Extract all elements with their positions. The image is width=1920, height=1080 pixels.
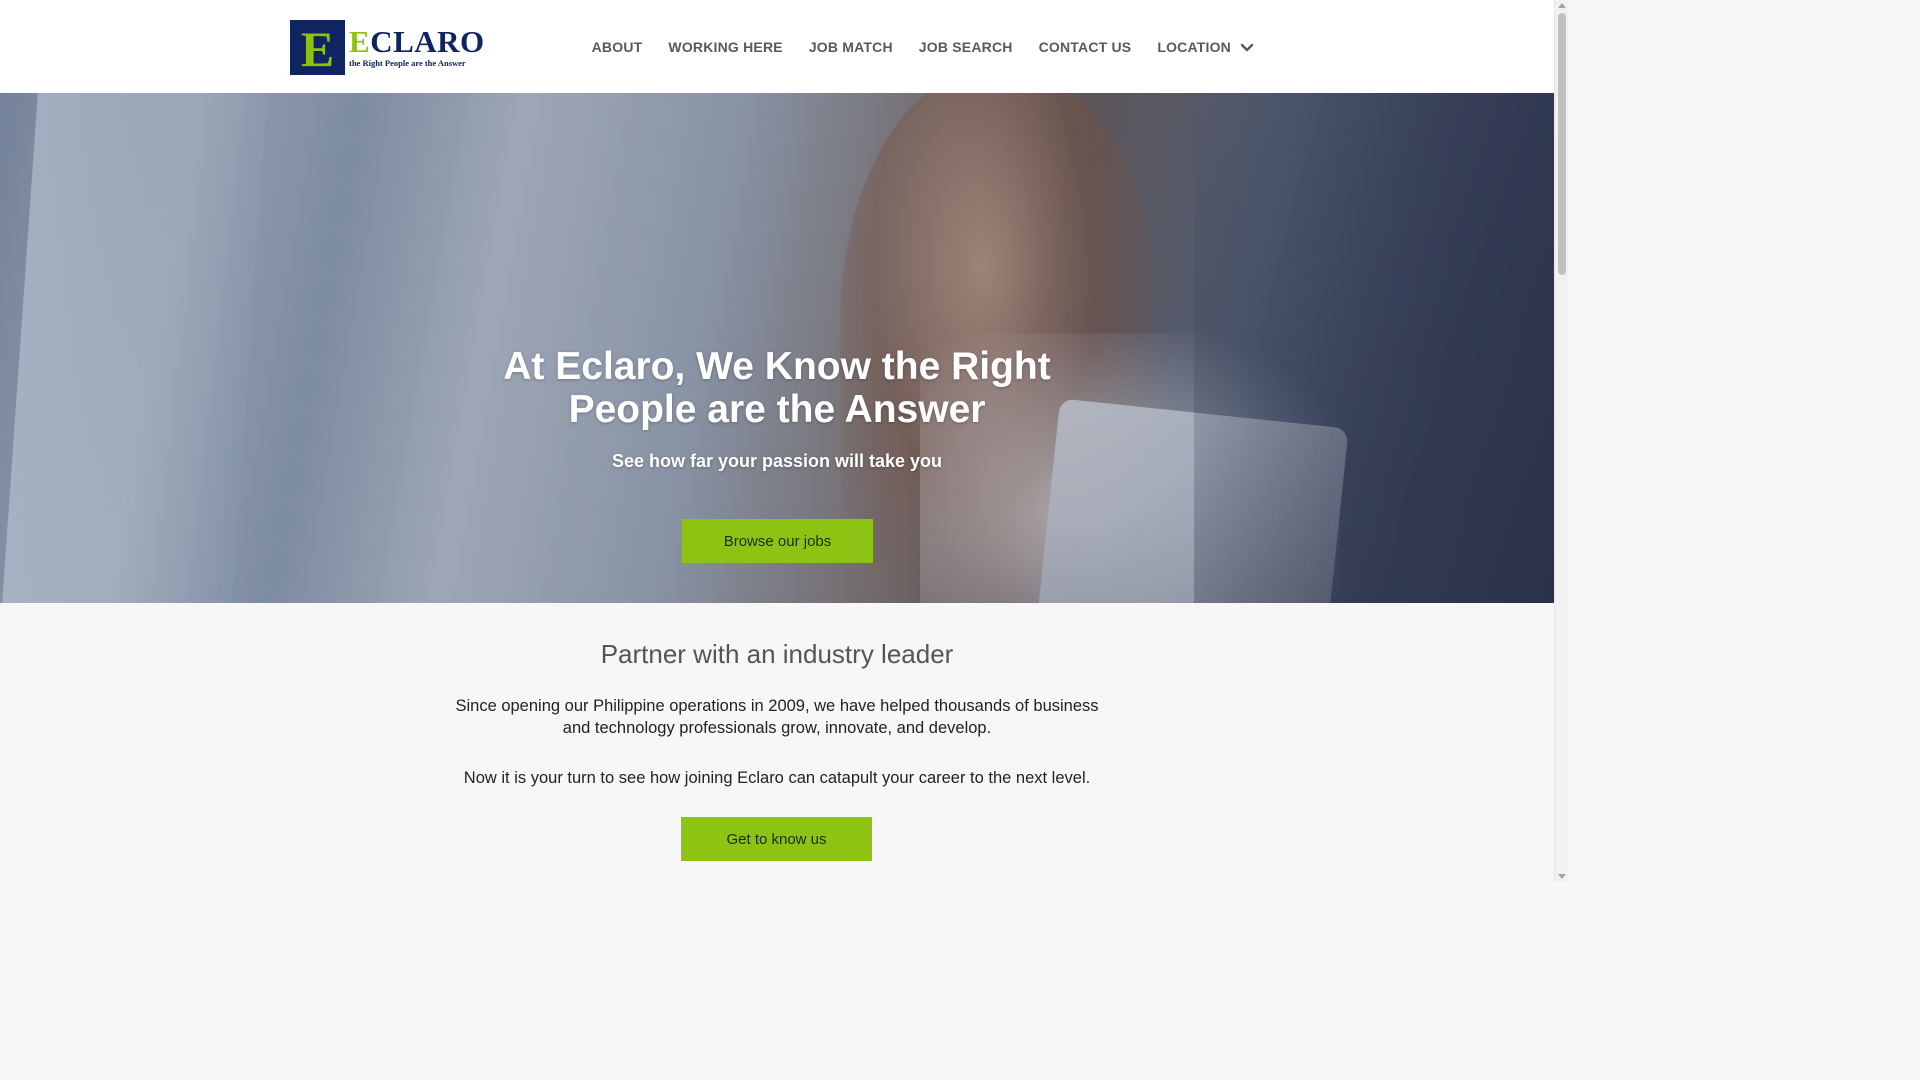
nav-item-contact-us[interactable]: CONTACT US — [1039, 39, 1132, 55]
scrollbar-thumb[interactable] — [1558, 13, 1566, 275]
main-nav: ABOUT WORKING HERE JOB MATCH JOB SEARCH … — [592, 0, 1254, 93]
site-header: E ECLARO the Right People are the Answer… — [0, 0, 1554, 93]
logo-wordmark-accent: E — [349, 24, 371, 59]
page: E ECLARO the Right People are the Answer… — [0, 0, 1568, 882]
chevron-down-icon — [1240, 43, 1254, 51]
logo-tagline: the Right People are the Answer — [349, 58, 466, 68]
nav-item-location[interactable]: LOCATION — [1157, 39, 1254, 55]
logo-wordmark-rest: CLARO — [370, 24, 485, 59]
nav-item-location-label: LOCATION — [1157, 38, 1231, 55]
nav-item-working-here[interactable]: WORKING HERE — [668, 39, 782, 55]
partner-title: Partner with an industry leader — [600, 639, 954, 669]
vertical-scrollbar[interactable] — [1554, 0, 1568, 882]
nav-item-about[interactable]: ABOUT — [592, 39, 643, 55]
partner-section: Partner with an industry leader Since op… — [0, 603, 1554, 882]
browse-jobs-button[interactable]: Browse our jobs — [682, 519, 873, 563]
hero-title: At Eclaro, We Know the Right People are … — [503, 345, 1051, 431]
scroll-up-arrow-icon[interactable] — [1558, 3, 1566, 8]
partner-paragraph-2: Now it is your turn to see how joining E… — [463, 769, 1091, 787]
hero-content: At Eclaro, We Know the Right People are … — [0, 93, 1554, 603]
logo-mark: E — [290, 19, 345, 77]
nav-item-job-search[interactable]: JOB SEARCH — [919, 39, 1013, 55]
logo-text: ECLARO the Right People are the Answer — [349, 26, 485, 68]
logo-wordmark: ECLARO — [349, 26, 485, 57]
eclaro-logo[interactable]: E ECLARO the Right People are the Answer — [290, 19, 490, 75]
get-to-know-us-button[interactable]: Get to know us — [681, 817, 872, 861]
nav-item-job-match[interactable]: JOB MATCH — [809, 39, 893, 55]
scroll-down-arrow-icon[interactable] — [1558, 874, 1566, 879]
hero-banner: At Eclaro, We Know the Right People are … — [0, 93, 1554, 603]
logo-letter: E — [300, 21, 335, 77]
partner-paragraph-1: Since opening our Philippine operations … — [455, 697, 1099, 737]
hero-subtitle: See how far your passion will take you — [611, 451, 943, 471]
